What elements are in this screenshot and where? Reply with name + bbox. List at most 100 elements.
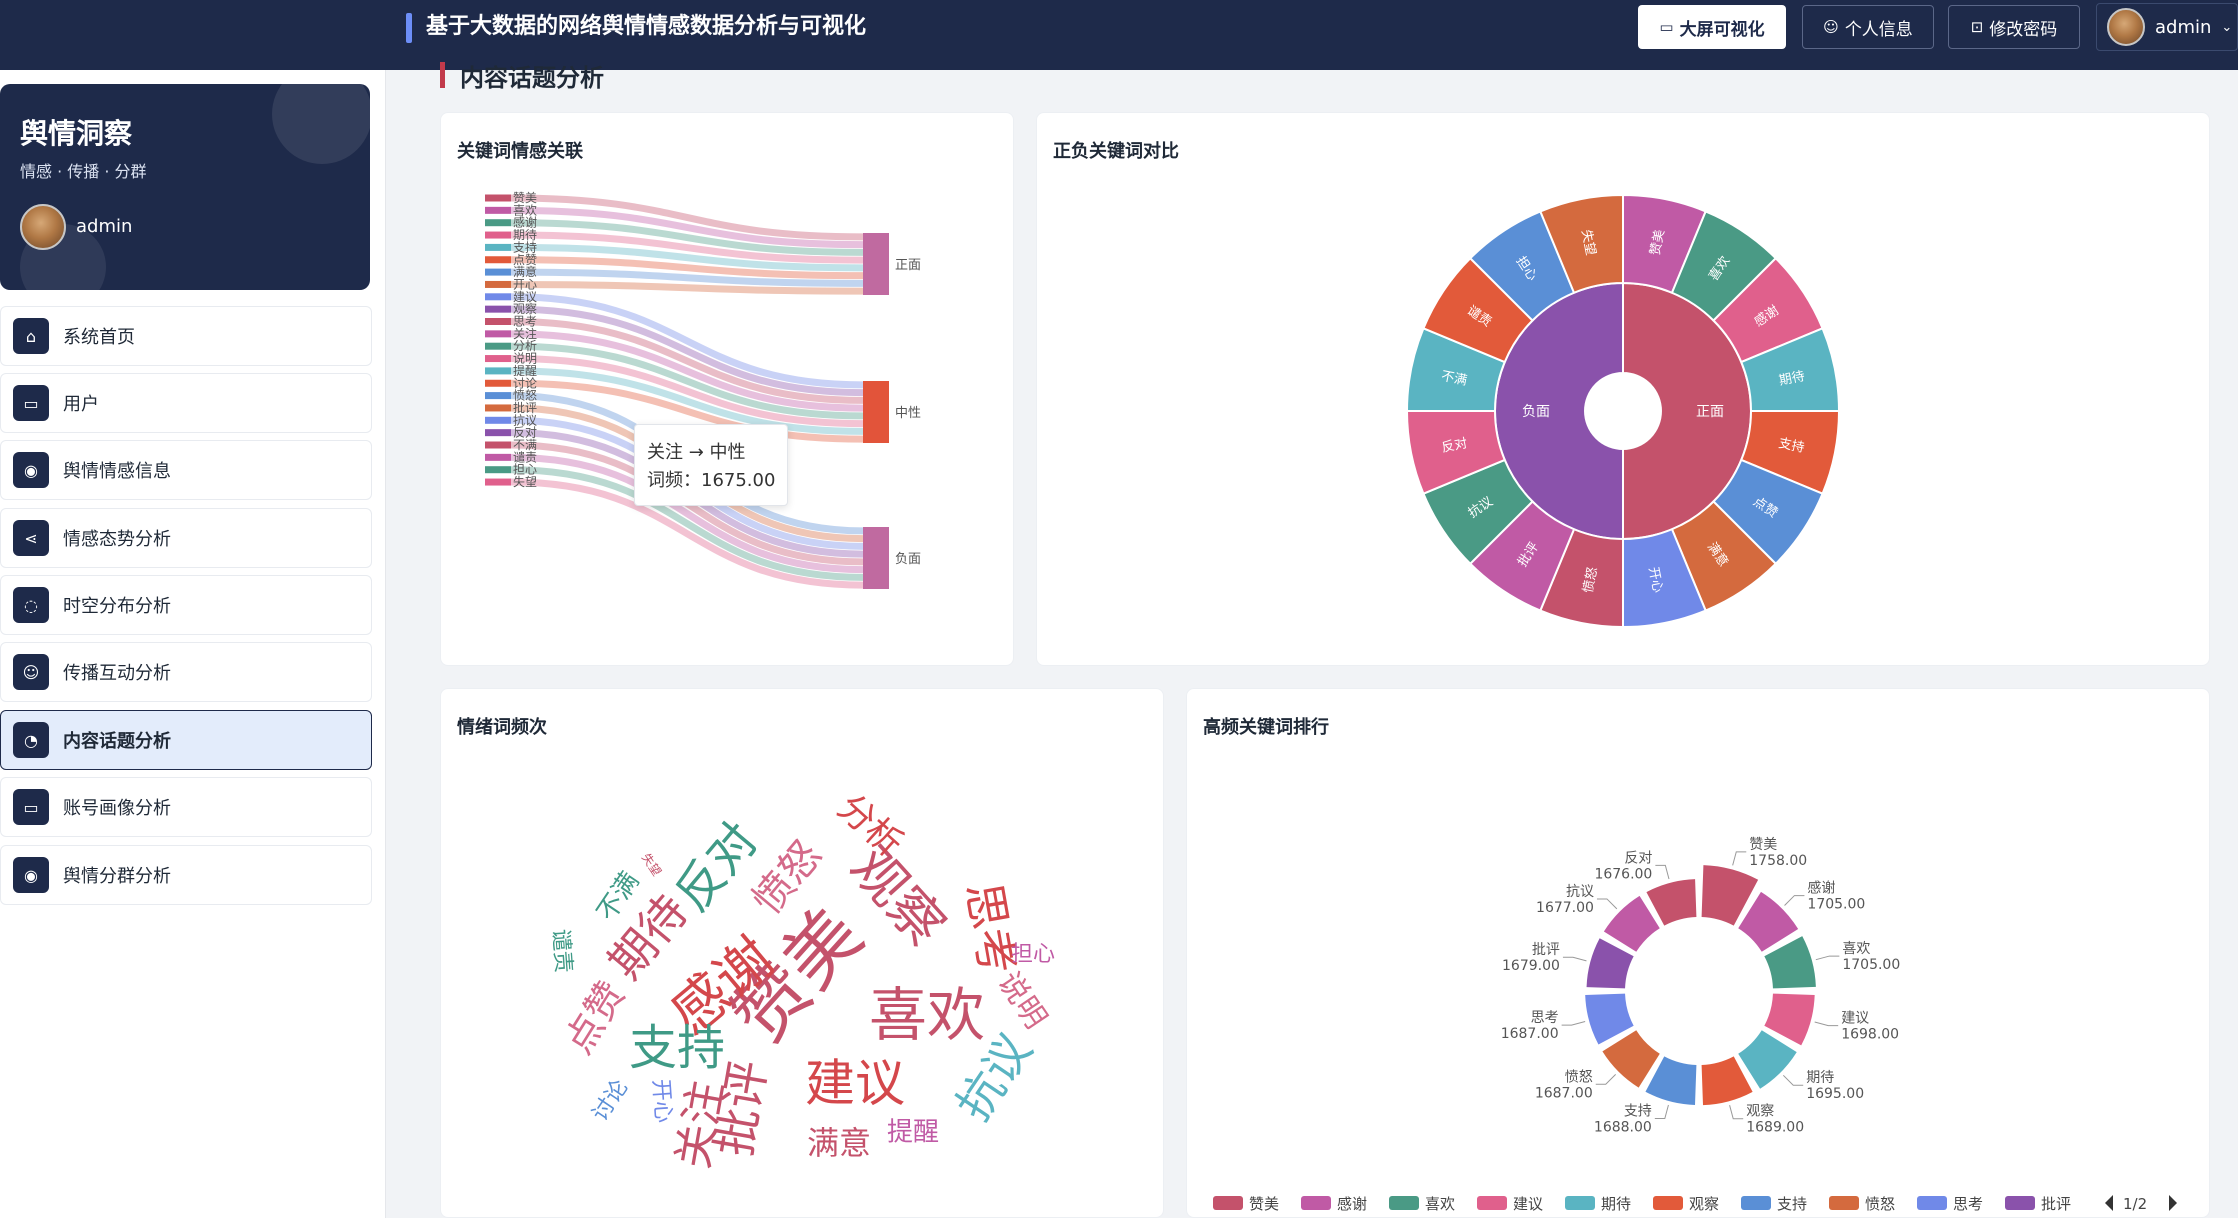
sankey-source-node[interactable]: [485, 330, 511, 338]
wordcloud-chart[interactable]: 赞美感谢期待反对愤怒 观察思考喜欢支持建议批评关注 抗议点赞分析满意 提醒说明担心不满…: [441, 689, 1165, 1218]
sankey-source-label: 失望: [513, 474, 537, 489]
legend-swatch[interactable]: [1653, 1196, 1683, 1210]
sidebar-item-account-profile[interactable]: ▭ 账号画像分析: [0, 777, 372, 837]
sankey-chart[interactable]: 赞美喜欢感谢期待支持点赞满意开心建议观察思考关注分析说明提醒讨论愤怒批评抗议反对…: [441, 113, 1015, 667]
sankey-source-node[interactable]: [485, 243, 511, 251]
legend-swatch[interactable]: [2005, 1196, 2035, 1210]
sankey-target-node[interactable]: [863, 527, 889, 589]
pin-icon: ◉: [13, 857, 49, 893]
sankey-source-node[interactable]: [485, 231, 511, 239]
donut-card: 高频关键词排行 赞美 1758.00 感谢 1705.00 喜欢 1705.00 建议 169…: [1186, 688, 2210, 1218]
donut-category-label: 反对: [1624, 850, 1652, 866]
sankey-source-node[interactable]: [485, 206, 511, 214]
sankey-source-node[interactable]: [485, 367, 511, 375]
legend-swatch[interactable]: [1477, 1196, 1507, 1210]
sankey-source-node[interactable]: [485, 453, 511, 461]
sankey-source-node[interactable]: [485, 293, 511, 301]
sankey-source-node[interactable]: [485, 404, 511, 412]
sankey-source-node[interactable]: [485, 268, 511, 276]
sidebar-item-home[interactable]: ⌂ 系统首页: [0, 306, 372, 366]
legend-label[interactable]: 思考: [1953, 1195, 1983, 1213]
sankey-source-node[interactable]: [485, 219, 511, 227]
donut-label-line: [1815, 955, 1840, 961]
legend-label[interactable]: 期待: [1601, 1195, 1631, 1213]
sidebar-item-users[interactable]: ▭ 用户: [0, 373, 372, 433]
sankey-target-node[interactable]: [863, 381, 889, 443]
wordcloud-word[interactable]: 担心: [1011, 942, 1055, 967]
legend-swatch[interactable]: [1917, 1196, 1947, 1210]
wordcloud-word[interactable]: 喜欢: [869, 981, 985, 1049]
sidebar-item-sentiment-info[interactable]: ◉ 舆情情感信息: [0, 440, 372, 500]
legend-swatch[interactable]: [1301, 1196, 1331, 1210]
profile-button[interactable]: ☺ 个人信息: [1802, 5, 1934, 49]
sankey-source-node[interactable]: [485, 441, 511, 449]
sankey-source-node[interactable]: [485, 429, 511, 437]
wordcloud-word[interactable]: 开心: [647, 1078, 675, 1124]
sunburst-chart[interactable]: 正面负面赞美喜欢感谢期待支持点赞满意开心愤怒批评抗议反对不满谴责担心失望: [1037, 113, 2211, 667]
legend-label[interactable]: 感谢: [1337, 1195, 1367, 1213]
sankey-source-node[interactable]: [485, 478, 511, 486]
sankey-source-node[interactable]: [485, 416, 511, 424]
donut-value-label: 1677.00: [1536, 900, 1594, 916]
donut-label-line: [1729, 1105, 1744, 1120]
legend-swatch[interactable]: [1565, 1196, 1595, 1210]
user-menu[interactable]: admin ⌄: [2096, 3, 2238, 51]
donut-category-label: 批评: [1532, 942, 1560, 958]
sidebar: 舆情洞察 情感 · 传播 · 分群 admin ⌂ 系统首页 ▭ 用户 ◉ 舆情…: [0, 70, 386, 1218]
legend-label[interactable]: 批评: [2041, 1195, 2071, 1213]
wordcloud-word[interactable]: 提醒: [887, 1118, 939, 1148]
sidebar-item-label: 传播互动分析: [63, 663, 171, 684]
donut-chart[interactable]: 赞美1758.00感谢1705.00喜欢1705.00建议1698.00期待16…: [1187, 689, 2211, 1218]
legend-swatch[interactable]: [1213, 1196, 1243, 1210]
sankey-source-node[interactable]: [485, 318, 511, 325]
sankey-source-node[interactable]: [485, 256, 511, 264]
donut-label-line: [1562, 956, 1587, 962]
sidebar-item-label: 系统首页: [63, 327, 135, 348]
wordcloud-word[interactable]: 建议: [805, 1055, 905, 1113]
legend-label[interactable]: 观察: [1689, 1195, 1719, 1213]
sankey-source-node[interactable]: [485, 280, 511, 288]
sankey-source-node[interactable]: [485, 466, 511, 474]
wordcloud-word[interactable]: 谴责: [547, 928, 575, 974]
sidebar-item-sentiment-trend[interactable]: ⋖ 情感态势分析: [0, 508, 372, 568]
wordcloud-word[interactable]: 满意: [807, 1124, 871, 1162]
donut-value-label: 1687.00: [1535, 1085, 1593, 1101]
legend-next-icon[interactable]: [2169, 1195, 2177, 1211]
legend-prev-icon[interactable]: [2105, 1195, 2113, 1211]
sidebar-item-content-topic[interactable]: ◔ 内容话题分析: [0, 710, 372, 770]
bigscreen-button[interactable]: ▭ 大屏可视化: [1638, 5, 1786, 49]
sidebar-item-propagation[interactable]: ☺ 传播互动分析: [0, 642, 372, 702]
wordcloud-word[interactable]: 讨论: [588, 1075, 633, 1125]
sankey-source-node[interactable]: [485, 355, 511, 363]
wordcloud-word[interactable]: 点赞: [556, 974, 634, 1062]
legend-label[interactable]: 愤怒: [1865, 1195, 1895, 1213]
legend-label[interactable]: 建议: [1513, 1195, 1543, 1213]
sankey-source-node[interactable]: [485, 342, 511, 350]
sankey-source-node[interactable]: [485, 305, 511, 313]
donut-label-line: [1655, 864, 1670, 880]
legend-label[interactable]: 支持: [1777, 1195, 1807, 1213]
legend-label[interactable]: 喜欢: [1425, 1195, 1455, 1213]
sankey-source-node[interactable]: [485, 379, 511, 387]
lock-icon: ⊡: [1970, 18, 1984, 36]
brand-card: 舆情洞察 情感 · 传播 · 分群 admin: [0, 84, 370, 290]
sankey-source-node[interactable]: [485, 392, 511, 400]
legend-label[interactable]: 赞美: [1249, 1195, 1279, 1213]
change-password-button[interactable]: ⊡ 修改密码: [1948, 5, 2080, 49]
legend-swatch[interactable]: [1829, 1196, 1859, 1210]
legend-swatch[interactable]: [1389, 1196, 1419, 1210]
donut-value-label: 1689.00: [1746, 1120, 1804, 1136]
wordcloud-word[interactable]: 失望: [639, 850, 665, 878]
chevron-down-icon: ⌄: [2221, 19, 2233, 35]
sankey-source-node[interactable]: [485, 194, 511, 202]
wordcloud-word[interactable]: 关注: [668, 1077, 734, 1173]
wordcloud-word[interactable]: 支持: [629, 1020, 725, 1076]
donut-segment[interactable]: [1646, 879, 1697, 926]
wordcloud-word[interactable]: 说明: [991, 966, 1054, 1035]
sidebar-item-clustering[interactable]: ◉ 舆情分群分析: [0, 845, 372, 905]
sidebar-item-spatiotemporal[interactable]: ◌ 时空分布分析: [0, 575, 372, 635]
donut-label-line: [1814, 1021, 1839, 1027]
legend-swatch[interactable]: [1741, 1196, 1771, 1210]
profile-button-label: 个人信息: [1844, 19, 1913, 40]
sankey-target-node[interactable]: [863, 233, 889, 295]
